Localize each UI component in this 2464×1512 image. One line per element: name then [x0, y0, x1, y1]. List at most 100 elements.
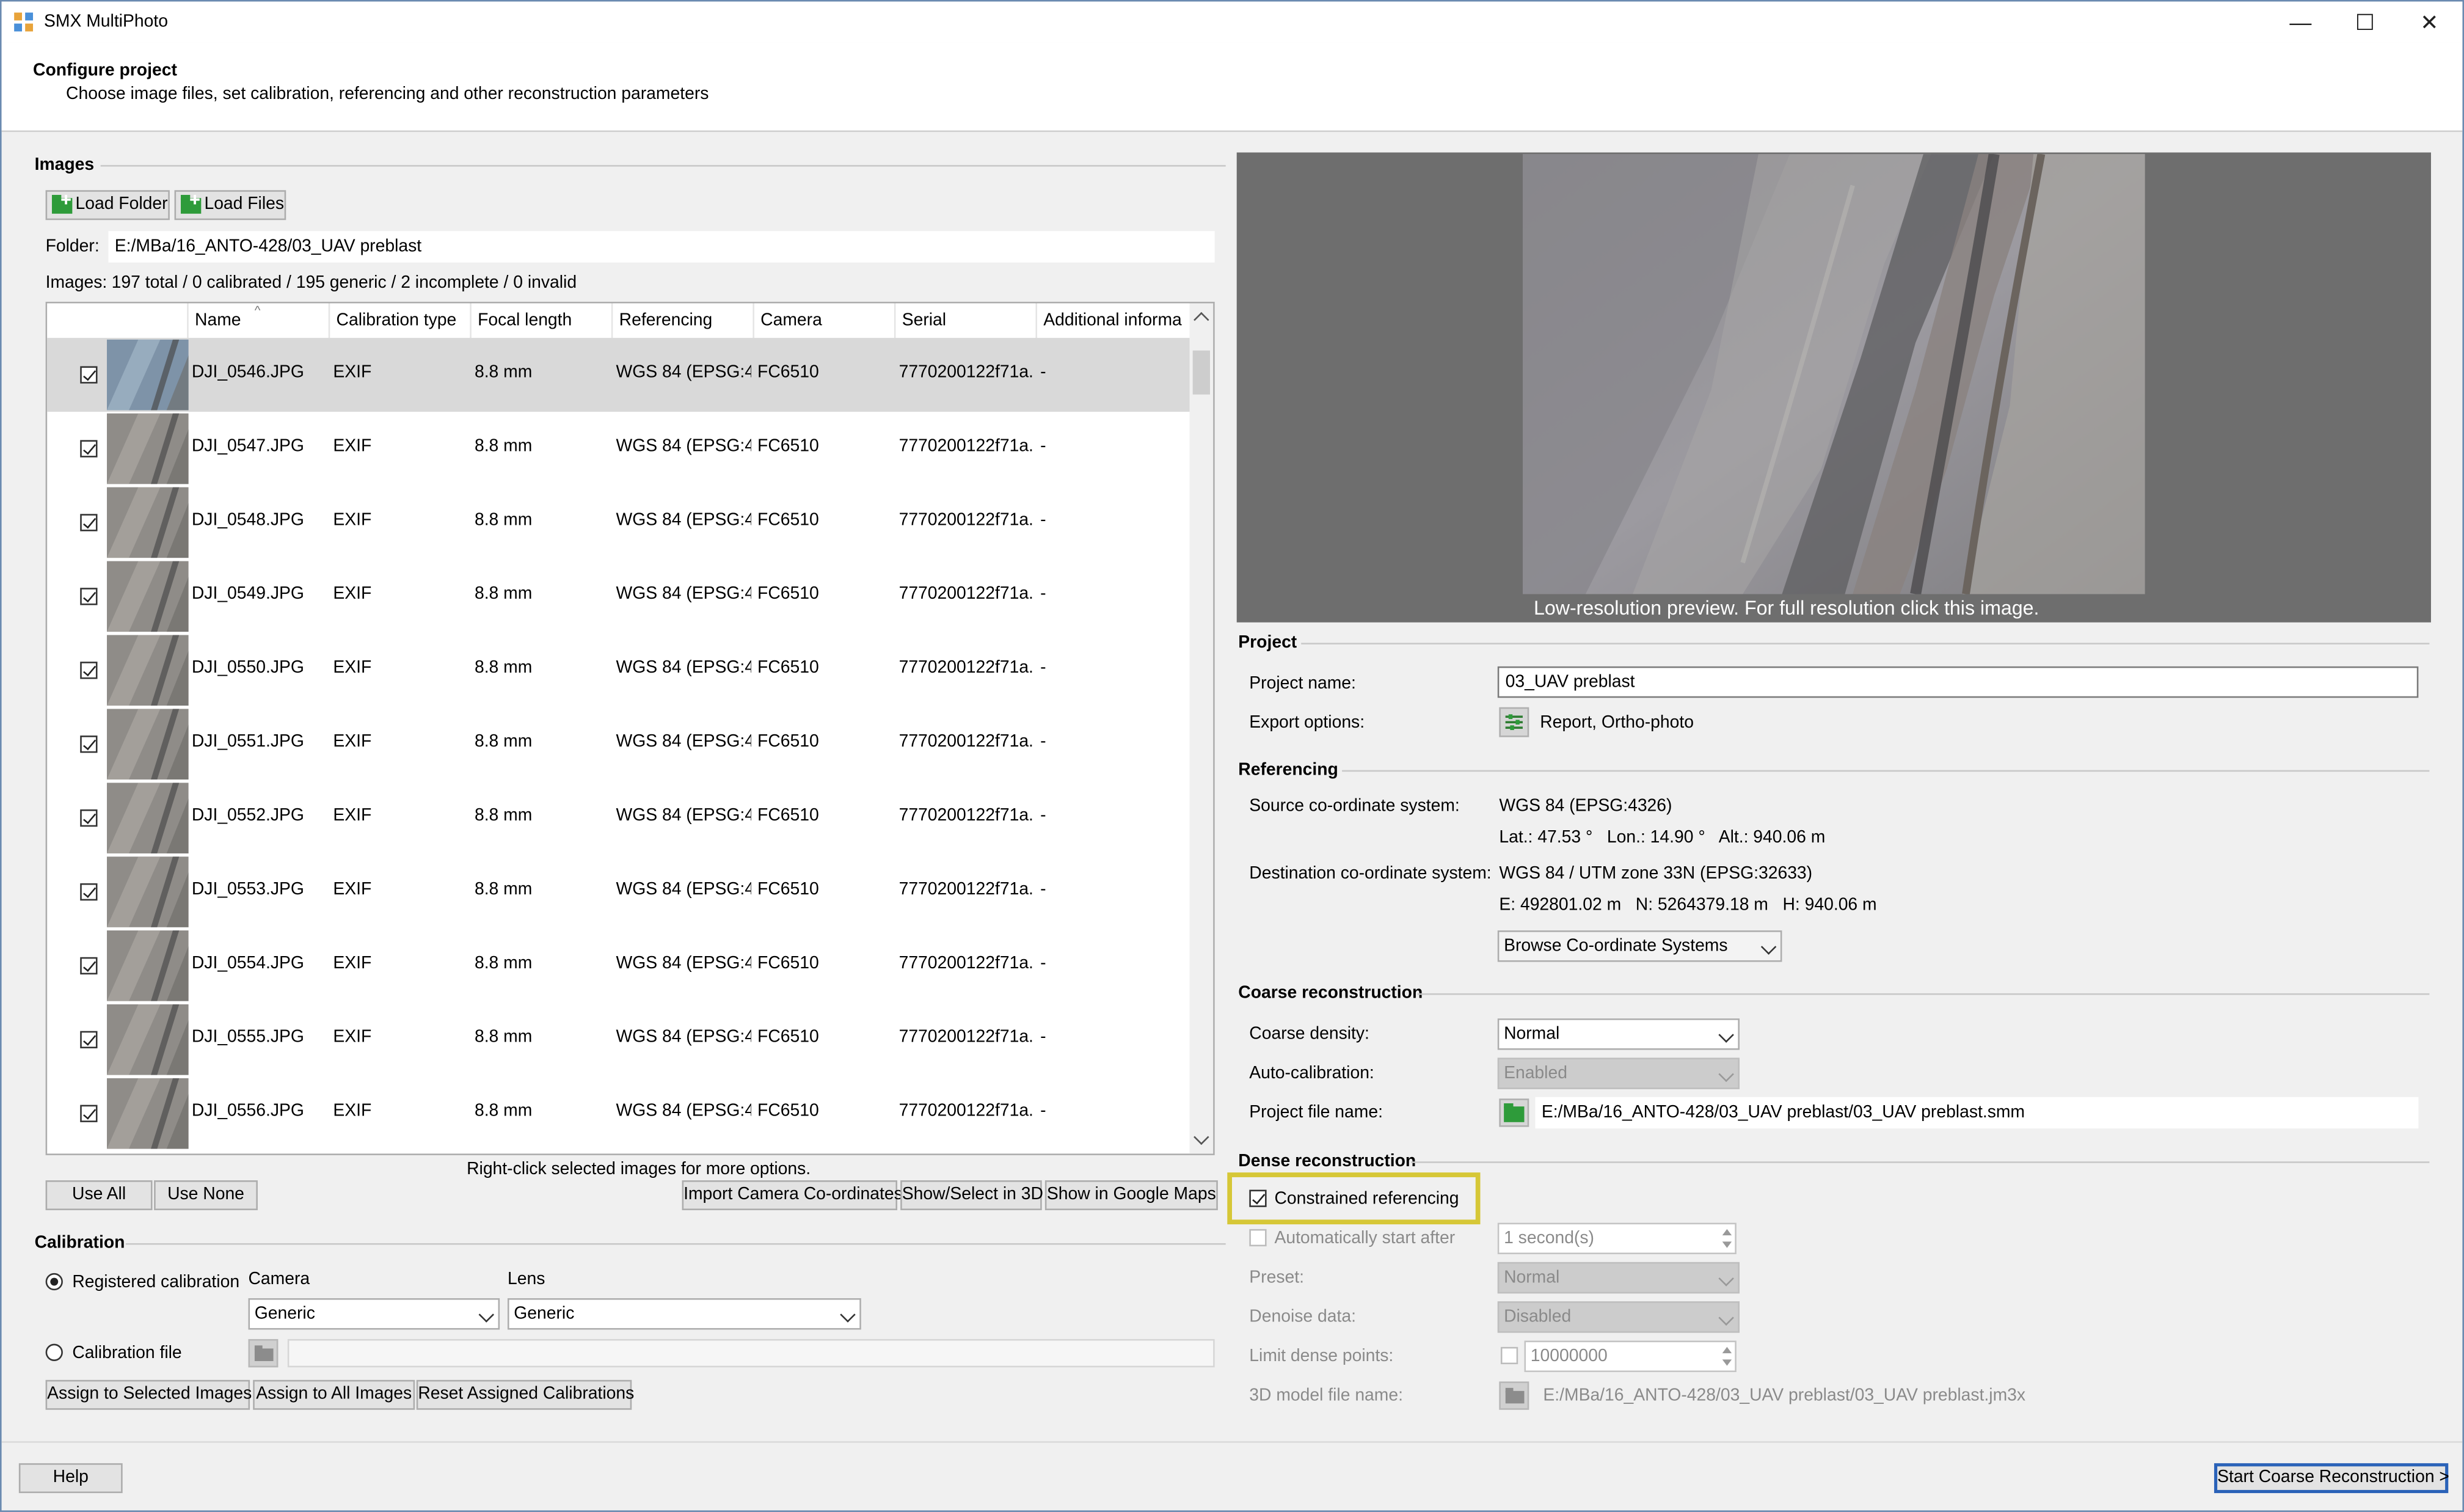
limit-dense-points-checkbox[interactable]	[1500, 1346, 1518, 1365]
cell-serial: 7770200122f71a...	[898, 511, 1034, 530]
image-thumbnail	[106, 930, 189, 1001]
table-row[interactable]: DJI_0549.JPG EXIF 8.8 mm WGS 84 (EPSG:4... F…	[47, 560, 1191, 634]
cell-referencing: WGS 84 (EPSG:4...	[616, 437, 751, 456]
registered-calibration-radio[interactable]	[45, 1273, 63, 1291]
spin-up-icon[interactable]	[1722, 1229, 1732, 1236]
camera-select[interactable]: Generic	[248, 1298, 500, 1330]
column-header-focal-length[interactable]: Focal length	[472, 303, 613, 338]
row-use-checkbox[interactable]	[80, 883, 98, 901]
table-row[interactable]: DJI_0555.JPG EXIF 8.8 mm WGS 84 (EPSG:4... F…	[47, 1003, 1191, 1076]
calibration-file-browse-button[interactable]	[248, 1339, 279, 1368]
constrained-referencing-checkbox[interactable]	[1249, 1189, 1267, 1207]
column-header-camera[interactable]: Camera	[754, 303, 896, 338]
browse-coordinate-systems-dropdown[interactable]: Browse Co-ordinate Systems	[1497, 930, 1782, 962]
row-use-checkbox[interactable]	[80, 809, 98, 827]
images-group-divider	[100, 165, 1226, 167]
cell-serial: 7770200122f71a...	[898, 437, 1034, 456]
table-row[interactable]: DJI_0552.JPG EXIF 8.8 mm WGS 84 (EPSG:4... F…	[47, 781, 1191, 855]
aerial-preview-image[interactable]	[1522, 154, 2145, 594]
row-use-checkbox[interactable]	[80, 588, 98, 605]
spin-down-icon[interactable]	[1722, 1241, 1732, 1248]
scrollbar-thumb[interactable]	[1192, 350, 1210, 395]
import-camera-coordinates-button[interactable]: Import Camera Co-ordinates	[682, 1180, 903, 1210]
reset-assigned-calibrations-button[interactable]: Reset Assigned Calibrations	[416, 1379, 634, 1410]
row-use-checkbox[interactable]	[80, 957, 98, 975]
table-row[interactable]: DJI_0551.JPG EXIF 8.8 mm WGS 84 (EPSG:4... F…	[47, 707, 1191, 781]
column-header-select[interactable]	[47, 303, 189, 338]
table-scrollbar[interactable]	[1189, 303, 1214, 1154]
load-folder-button[interactable]: Load Folder	[45, 190, 170, 221]
registered-calibration-label[interactable]: Registered calibration	[72, 1273, 239, 1292]
table-hint: Right-click selected images for more opt…	[467, 1160, 811, 1179]
column-header-referencing[interactable]: Referencing	[613, 303, 754, 338]
load-files-button[interactable]: Load Files	[174, 190, 286, 221]
cell-additional-info: -	[1040, 658, 1046, 677]
show-select-3d-button[interactable]: Show/Select in 3D	[900, 1180, 1043, 1210]
row-use-checkbox[interactable]	[80, 1105, 98, 1122]
use-none-button[interactable]: Use None	[154, 1180, 258, 1210]
row-use-checkbox[interactable]	[80, 1031, 98, 1048]
scroll-down-icon[interactable]	[1194, 1129, 1209, 1145]
column-header-additional-info[interactable]: Additional informa	[1037, 304, 1191, 338]
cell-referencing: WGS 84 (EPSG:4...	[616, 585, 751, 604]
folder-add-icon	[51, 195, 73, 214]
start-coarse-reconstruction-button[interactable]: Start Coarse Reconstruction >	[2214, 1463, 2449, 1494]
table-row[interactable]: DJI_0553.JPG EXIF 8.8 mm WGS 84 (EPSG:4... F…	[47, 855, 1191, 929]
images-summary-value: 197 total / 0 calibrated / 195 generic /…	[111, 273, 577, 293]
row-use-checkbox[interactable]	[80, 736, 98, 753]
column-header-serial[interactable]: Serial	[895, 303, 1037, 338]
calibration-file-label[interactable]: Calibration file	[72, 1344, 181, 1363]
table-row[interactable]: DJI_0547.JPG EXIF 8.8 mm WGS 84 (EPSG:4... F…	[47, 412, 1191, 486]
calibration-file-radio[interactable]	[45, 1343, 63, 1361]
scroll-up-icon[interactable]	[1194, 312, 1209, 328]
project-file-path-field[interactable]: E:/MBa/16_ANTO-428/03_UAV preblast/03_UA…	[1535, 1097, 2419, 1129]
use-all-button[interactable]: Use All	[45, 1180, 153, 1210]
auto-start-delay-spinner[interactable]: 1 second(s)	[1497, 1222, 1737, 1255]
spin-up-icon[interactable]	[1722, 1346, 1732, 1354]
row-use-checkbox[interactable]	[80, 662, 98, 679]
sliders-icon	[1505, 714, 1523, 731]
limit-dense-points-spinner[interactable]: 10000000	[1524, 1340, 1737, 1372]
export-options-value: Report, Ortho-photo	[1540, 714, 1694, 732]
image-preview[interactable]: Low-resolution preview. For full resolut…	[1236, 152, 2431, 623]
auto-calibration-select[interactable]: Enabled	[1497, 1057, 1740, 1089]
lens-select[interactable]: Generic	[507, 1298, 861, 1330]
table-row[interactable]: DJI_0554.JPG EXIF 8.8 mm WGS 84 (EPSG:4... F…	[47, 929, 1191, 1003]
coarse-density-select[interactable]: Normal	[1497, 1018, 1740, 1050]
calibration-file-path-field[interactable]	[287, 1339, 1215, 1368]
maximize-icon[interactable]: ☐	[2333, 5, 2396, 40]
chevron-down-icon	[478, 1307, 494, 1323]
constrained-referencing-label[interactable]: Constrained referencing	[1274, 1190, 1459, 1209]
load-folder-label: Load Folder	[75, 195, 168, 214]
project-file-browse-button[interactable]	[1499, 1098, 1529, 1127]
cell-calibration-type: EXIF	[333, 437, 372, 456]
chevron-down-icon	[1718, 1066, 1734, 1083]
preset-select[interactable]: Normal	[1497, 1262, 1740, 1294]
spin-down-icon[interactable]	[1722, 1359, 1732, 1366]
cell-calibration-type: EXIF	[333, 1028, 372, 1047]
minimize-icon[interactable]: —	[2269, 5, 2332, 40]
assign-all-images-button[interactable]: Assign to All Images	[253, 1379, 415, 1410]
table-row[interactable]: DJI_0550.JPG EXIF 8.8 mm WGS 84 (EPSG:4... F…	[47, 634, 1191, 707]
auto-start-checkbox[interactable]	[1249, 1229, 1267, 1247]
denoise-select[interactable]: Disabled	[1497, 1301, 1740, 1333]
folder-path-field[interactable]: E:/MBa/16_ANTO-428/03_UAV preblast	[108, 231, 1215, 263]
table-row[interactable]: DJI_0548.JPG EXIF 8.8 mm WGS 84 (EPSG:4... F…	[47, 486, 1191, 560]
help-button[interactable]: Help	[18, 1463, 123, 1494]
close-icon[interactable]: ✕	[2398, 5, 2461, 40]
table-row[interactable]: DJI_0546.JPG EXIF 8.8 mm WGS 84 (EPSG:4... F…	[47, 338, 1192, 412]
row-use-checkbox[interactable]	[80, 440, 98, 458]
show-google-maps-button[interactable]: Show in Google Maps	[1044, 1180, 1218, 1210]
table-row[interactable]: DJI_0556.JPG EXIF 8.8 mm WGS 84 (EPSG:4... F…	[47, 1076, 1191, 1150]
project-name-input[interactable]: 03_UAV preblast	[1497, 666, 2419, 698]
row-use-checkbox[interactable]	[80, 514, 98, 531]
auto-start-label[interactable]: Automatically start after	[1274, 1229, 1455, 1248]
row-use-checkbox[interactable]	[80, 366, 98, 384]
model-file-browse-button[interactable]	[1499, 1381, 1529, 1410]
export-options-button[interactable]	[1499, 707, 1529, 737]
image-thumbnail	[106, 413, 189, 484]
assign-selected-images-button[interactable]: Assign to Selected Images	[45, 1379, 252, 1410]
column-header-calibration-type[interactable]: Calibration type	[330, 303, 472, 338]
cell-serial: 7770200122f71a...	[898, 363, 1034, 382]
preset-label: Preset:	[1249, 1268, 1304, 1288]
